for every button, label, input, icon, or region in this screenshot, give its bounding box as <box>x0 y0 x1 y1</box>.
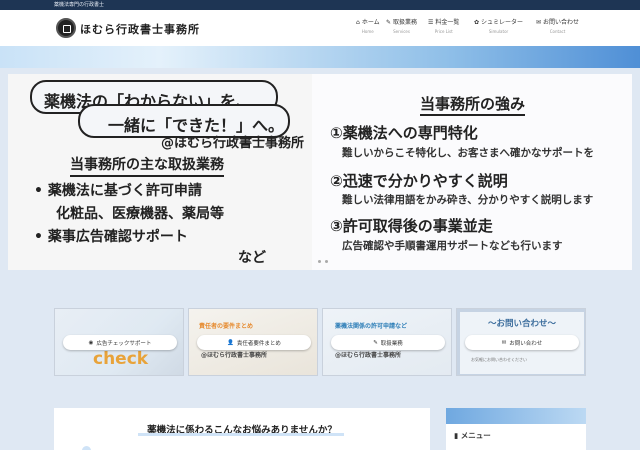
heading-underline <box>138 433 344 436</box>
sidebar-menu-label: メニュー <box>460 431 491 440</box>
requirements-button-label: 責任者要件まとめ <box>236 340 281 347</box>
hero-slider[interactable]: 薬機法の「わからない」を、 一緒に「できた！」へ。 @ほむら行政書士事務所 当事… <box>8 74 632 270</box>
sidebar-menu-title: ▮ メニュー <box>454 430 491 441</box>
services-image-caption: @ほむら行政書士事務所 <box>335 352 402 359</box>
top-strip: 薬機法専門の行政書士 <box>0 0 640 10</box>
nav-price-list-sub: Price List <box>434 29 453 34</box>
gear-icon: ✿ <box>474 19 480 26</box>
slider-dots[interactable] <box>318 260 328 263</box>
home-icon: ⌂ <box>356 19 360 26</box>
requirements-image-caption: @ほむら行政書士事務所 <box>201 352 268 359</box>
nav-contact-label: お問い合わせ <box>543 19 580 26</box>
requirements-button[interactable]: 👤 責任者要件まとめ <box>197 335 311 350</box>
hero-service-item: • 薬機法に基づく許可申請 <box>34 183 202 199</box>
nav-simulator-sub: Simulator <box>488 29 509 34</box>
nav-price-list-label: 料金一覧 <box>435 19 460 26</box>
sidebar: ▮ メニュー <box>446 408 586 450</box>
nav-price-list[interactable]: ☰ 料金一覧 Price List <box>428 17 459 34</box>
nav-services-label: 取扱業務 <box>393 19 418 26</box>
slider-dot[interactable] <box>325 260 328 263</box>
header-gradient-band <box>0 46 640 68</box>
card-services[interactable]: 薬機法関係の許可申請など @ほむら行政書士事務所 ✎ 取扱業務 <box>322 308 452 376</box>
strength-detail: 広告確認や手順書運用サポートなども行います <box>342 240 563 252</box>
top-strip-text: 薬機法専門の行政書士 <box>54 2 105 8</box>
nav-contact-sub: Contact <box>549 29 566 34</box>
nav-contact[interactable]: ✉ お問い合わせ Contact <box>536 17 579 34</box>
pen-icon: ✎ <box>386 19 392 26</box>
hero-service-item: 化粧品、医療機器、薬局等 <box>56 206 224 222</box>
site-logo-text[interactable]: ほむら行政書士事務所 <box>80 21 200 37</box>
contact-button-label: お問い合わせ <box>509 340 543 347</box>
site-header: ほむら行政書士事務所 ⌂ ホーム Home ✎ 取扱業務 Services ☰ 料金一… <box>0 10 640 46</box>
slider-dot[interactable] <box>318 260 321 263</box>
contact-button[interactable]: ✉ お問い合わせ <box>465 335 579 350</box>
hero-services-heading: 当事務所の主な取扱業務 <box>70 156 224 177</box>
ad-check-button[interactable]: ◉ 広告チェックサポート <box>63 335 177 350</box>
strength-heading: ③許可取得後の事業並走 <box>330 217 493 235</box>
sidebar-banner <box>446 408 586 424</box>
logo-icon[interactable] <box>56 18 76 38</box>
strength-detail: 難しいからこそ特化し、お客さまへ確かなサポートを <box>342 147 594 159</box>
user-icon: 👤 <box>227 339 234 346</box>
nav-home-sub: Home <box>361 29 374 34</box>
card-contact[interactable]: ～お問い合わせ～ お気軽にお問い合わせください ✉ お問い合わせ <box>456 308 586 376</box>
check-image-text: check <box>93 349 149 369</box>
card-requirements[interactable]: 責任者の要件まとめ @ほむら行政書士事務所 👤 責任者要件まとめ <box>188 308 318 376</box>
nav-home-label: ホーム <box>361 19 380 26</box>
hero-service-item: など <box>238 250 266 266</box>
nav-services-sub: Services <box>393 29 410 34</box>
pen-icon: ✎ <box>373 339 378 346</box>
nav-home[interactable]: ⌂ ホーム Home <box>356 17 380 34</box>
services-button[interactable]: ✎ 取扱業務 <box>331 335 445 350</box>
main-content: 薬機法に係わるこんなお悩みありませんか？ <box>54 408 430 450</box>
bullet-circle <box>82 446 91 450</box>
nav-services[interactable]: ✎ 取扱業務 Services <box>386 17 417 34</box>
nav-simulator-label: シュミレーター <box>481 19 524 26</box>
mail-icon: ✉ <box>536 19 542 26</box>
services-image-title: 薬機法関係の許可申請など <box>335 323 408 330</box>
contact-image-caption: お気軽にお問い合わせください <box>471 357 527 362</box>
nav-simulator[interactable]: ✿ シュミレーター Simulator <box>474 17 523 34</box>
mail-icon: ✉ <box>501 339 507 346</box>
hero-service-item: • 薬事広告確認サポート <box>34 229 188 245</box>
hero-firm-name: @ほむら行政書士事務所 <box>161 136 305 151</box>
card-ad-check[interactable]: check ◉ 広告チェックサポート <box>54 308 184 376</box>
services-button-label: 取扱業務 <box>380 340 403 347</box>
cursor-icon: ◉ <box>88 339 94 346</box>
list-icon: ☰ <box>428 19 434 26</box>
hero-strengths-title: 当事務所の強み <box>420 94 526 116</box>
requirements-image-title: 責任者の要件まとめ <box>199 323 254 330</box>
ad-check-button-label: 広告チェックサポート <box>96 340 152 347</box>
contact-image-title: ～お問い合わせ～ <box>487 319 556 329</box>
strength-heading: ①薬機法への専門特化 <box>330 124 478 142</box>
book-icon: ▮ <box>454 431 459 440</box>
strength-heading: ②迅速で分かりやすく説明 <box>330 172 508 190</box>
strength-detail: 難しい法律用語をかみ砕き、分かりやすく説明します <box>342 194 594 206</box>
